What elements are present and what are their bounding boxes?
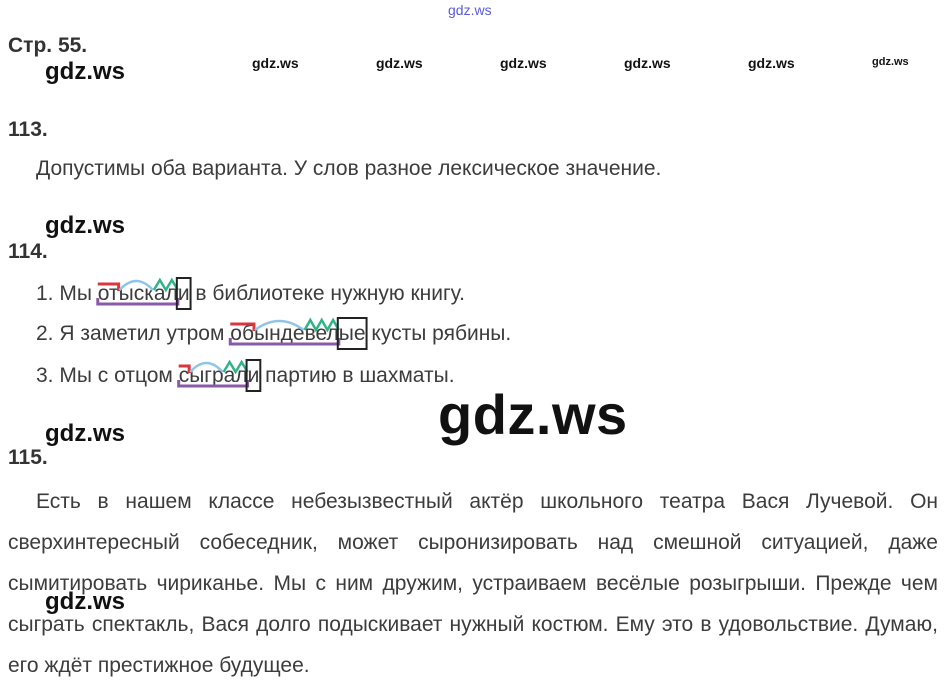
watermark: gdz.ws [624, 55, 671, 71]
word-suffix: л [326, 322, 339, 345]
analyzed-word: отыскали [98, 282, 190, 305]
word-ending: ые [338, 322, 366, 345]
sentence-start: 2. Я заметил утром [36, 322, 231, 345]
watermark: gdz.ws [45, 212, 126, 239]
watermark: gdz.ws [748, 55, 795, 71]
word-ending: и [177, 282, 190, 305]
watermark: gdz.ws [45, 58, 126, 85]
watermark: gdz.ws [376, 55, 423, 71]
sentence-rest: кусты рябины. [365, 322, 512, 345]
page-title: Стр. 55. [8, 34, 88, 57]
watermark: gdz.ws [872, 56, 909, 68]
word-root: ыгр [189, 364, 224, 387]
sentence-line: 3. Мы с отцом сыграли партию в шахматы. [36, 364, 455, 388]
exercise-number: 113. [8, 118, 48, 141]
watermark: gdz.ws [45, 588, 126, 615]
word-suffix: л [165, 282, 178, 305]
sentence-start: 1. Мы [36, 282, 98, 305]
watermark: gdz.ws [45, 420, 126, 447]
sentence-start: 3. Мы с отцом [36, 364, 179, 387]
exercise-paragraph: Есть в нашем классе небезызвестный актёр… [8, 490, 938, 677]
watermark: gdz.ws [252, 55, 299, 71]
word-suffix: а [153, 282, 166, 305]
exercise-number: 115. [8, 446, 48, 469]
analyzed-word: сыграли [179, 364, 260, 387]
watermark: gdz.ws [500, 55, 547, 71]
word-root: ыск [118, 282, 154, 305]
word-prefix: от [97, 282, 119, 305]
exercise-text: Допустимы оба варианта. У слов разное ле… [36, 157, 662, 180]
sentence-rest: в библиотеке нужную книгу. [189, 282, 465, 305]
word-prefix: с [178, 364, 190, 387]
sentence-line: 1. Мы отыскали в библиотеке нужную книгу… [36, 282, 465, 306]
word-root: ынде [253, 322, 305, 345]
analyzed-word: обындевелые [230, 322, 365, 345]
top-watermark: gdz.ws [448, 2, 492, 18]
word-suffix: л [235, 364, 248, 387]
word-prefix: об [230, 322, 254, 345]
word-ending: и [247, 364, 260, 387]
sentence-rest: партию в шахматы. [259, 364, 455, 387]
word-suffix: а [223, 364, 236, 387]
word-suffix: ве [304, 322, 327, 345]
sentence-line: 2. Я заметил утром обындевелые кусты ряб… [36, 322, 511, 346]
watermark-large: gdz.ws [438, 383, 628, 446]
exercise-number: 114. [8, 240, 48, 263]
